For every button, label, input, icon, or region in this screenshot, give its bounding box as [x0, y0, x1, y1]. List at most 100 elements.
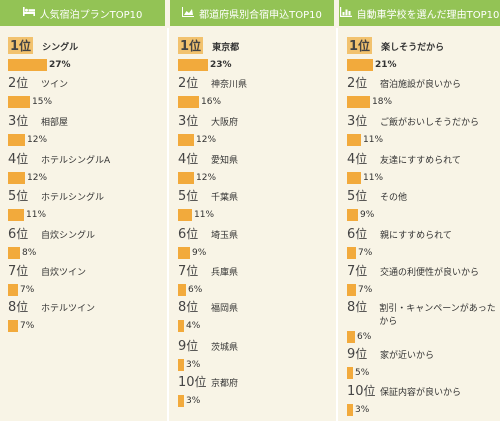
bar-row: 8% [8, 247, 161, 259]
rank-line: 3位 大阪府 [178, 112, 330, 130]
rank-number: 3位 [8, 112, 38, 129]
ranking-item: 5位 千葉県 11% [178, 187, 330, 221]
rank-number: 9位 [178, 337, 208, 354]
rank-line: 1位 シングル [8, 37, 161, 55]
rank-number: 5位 [178, 187, 208, 204]
bar-row: 6% [347, 331, 496, 343]
item-label: ホテルツイン [41, 304, 96, 314]
percentage-bar [347, 284, 356, 296]
rank-unit: 位 [186, 76, 199, 90]
ranking-item: 4位 ホテルシングルA 12% [8, 150, 161, 184]
rank-line: 4位 ホテルシングルA [8, 150, 161, 168]
rank-line: 3位 相部屋 [8, 112, 161, 130]
percentage-label: 3% [186, 360, 201, 370]
item-label: 自炊シングル [41, 231, 96, 241]
percentage-bar [8, 247, 20, 259]
percentage-bar [178, 209, 192, 221]
panel-prefecture-ranking: 都道府県別合宿申込TOP10 1位 東京都 23% 2位 神奈川県 16% 3位 大阪府 12%… [170, 0, 334, 421]
percentage-label: 11% [194, 210, 215, 220]
percentage-label: 7% [358, 285, 373, 295]
rank-number: 3位 [347, 112, 377, 129]
ranking-item: 6位 自炊シングル 8% [8, 225, 161, 259]
percentage-label: 21% [375, 60, 397, 70]
rank-number: 7位 [178, 262, 208, 279]
percentage-bar [178, 59, 208, 71]
percentage-label: 7% [20, 285, 35, 295]
percentage-label: 12% [196, 135, 217, 145]
rank-unit: 位 [16, 114, 29, 128]
bar-chart-icon [339, 6, 352, 20]
bar-row: 7% [347, 247, 496, 259]
bar-row: 9% [347, 209, 496, 221]
percentage-bar [178, 247, 190, 259]
rank-number: 1位 [8, 37, 34, 54]
ranking-item: 6位 埼玉県 9% [178, 225, 330, 259]
rank-line: 1位 東京都 [178, 37, 330, 55]
rank-unit: 位 [16, 300, 29, 314]
item-label: ツイン [41, 80, 69, 90]
percentage-bar [178, 395, 184, 407]
rank-unit: 位 [363, 384, 376, 398]
panel-reason-ranking: 自動車学校を選んだ理由TOP10 1位 楽しそうだから 21% 2位 宿泊施設が良いから… [339, 0, 500, 421]
bar-row: 12% [8, 134, 161, 146]
rank-line: 6位 親にすすめられて [347, 225, 496, 243]
bar-row: 12% [8, 172, 161, 184]
rank-number: 3位 [178, 112, 208, 129]
bar-row: 21% [347, 59, 496, 71]
panel-title: 人気宿泊プランTOP10 [39, 9, 143, 21]
rank-number: 4位 [8, 150, 38, 167]
percentage-bar [347, 96, 370, 108]
rank-unit: 位 [189, 39, 202, 53]
percentage-bar [8, 320, 18, 332]
rank-unit: 位 [16, 152, 29, 166]
rank-unit: 位 [16, 227, 29, 241]
item-label: その他 [380, 193, 408, 203]
panel-header: 自動車学校を選んだ理由TOP10 [339, 0, 500, 26]
rank-unit: 位 [355, 76, 368, 90]
percentage-bar [178, 172, 194, 184]
rank-line: 8位 割引・キャンペーンがあったから [347, 298, 496, 329]
ranking-item: 10位 京都府 3% [178, 373, 330, 407]
rank-unit: 位 [186, 339, 199, 353]
rank-unit: 位 [16, 76, 29, 90]
item-label: 保証内容が良いから [380, 388, 462, 398]
percentage-label: 12% [196, 173, 217, 183]
ranking-item: 9位 家が近いから 5% [347, 345, 496, 379]
ranking-item: 5位 ホテルシングル 11% [8, 187, 161, 221]
rank-unit: 位 [355, 347, 368, 361]
rank-line: 9位 家が近いから [347, 345, 496, 363]
item-label: 愛知県 [211, 156, 239, 166]
rank-unit: 位 [186, 264, 199, 278]
rank-unit: 位 [186, 300, 199, 314]
percentage-bar [8, 172, 25, 184]
rank-number: 6位 [178, 225, 208, 242]
percentage-bar [8, 96, 30, 108]
rank-unit: 位 [194, 375, 207, 389]
percentage-label: 6% [357, 332, 372, 342]
percentage-bar [178, 320, 184, 332]
rank-number: 10位 [178, 373, 208, 390]
ranking-item: 1位 東京都 23% [178, 37, 330, 71]
ranking-item: 8位 ホテルツイン 7% [8, 298, 161, 332]
percentage-label: 12% [27, 173, 48, 183]
item-label: 千葉県 [211, 193, 239, 203]
bar-row: 12% [178, 134, 330, 146]
rank-unit: 位 [19, 39, 32, 53]
panel-title: 自動車学校を選んだ理由TOP10 [356, 9, 500, 21]
ranking-item: 7位 交通の利便性が良いから 7% [347, 262, 496, 296]
rank-unit: 位 [355, 152, 368, 166]
rank-line: 7位 交通の利便性が良いから [347, 262, 496, 280]
rank-line: 8位 福岡県 [178, 298, 330, 316]
rank-number: 2位 [347, 74, 377, 91]
percentage-label: 12% [27, 135, 48, 145]
area-chart-icon [182, 6, 195, 20]
rank-unit: 位 [355, 227, 368, 241]
item-label: 家が近いから [380, 351, 435, 361]
item-label: 福岡県 [211, 304, 239, 314]
ranking-item: 4位 愛知県 12% [178, 150, 330, 184]
percentage-bar [8, 134, 25, 146]
rank-value: 1 [349, 39, 359, 54]
rank-unit: 位 [16, 264, 29, 278]
bar-row: 4% [178, 320, 330, 332]
item-label: 相部屋 [41, 118, 69, 128]
